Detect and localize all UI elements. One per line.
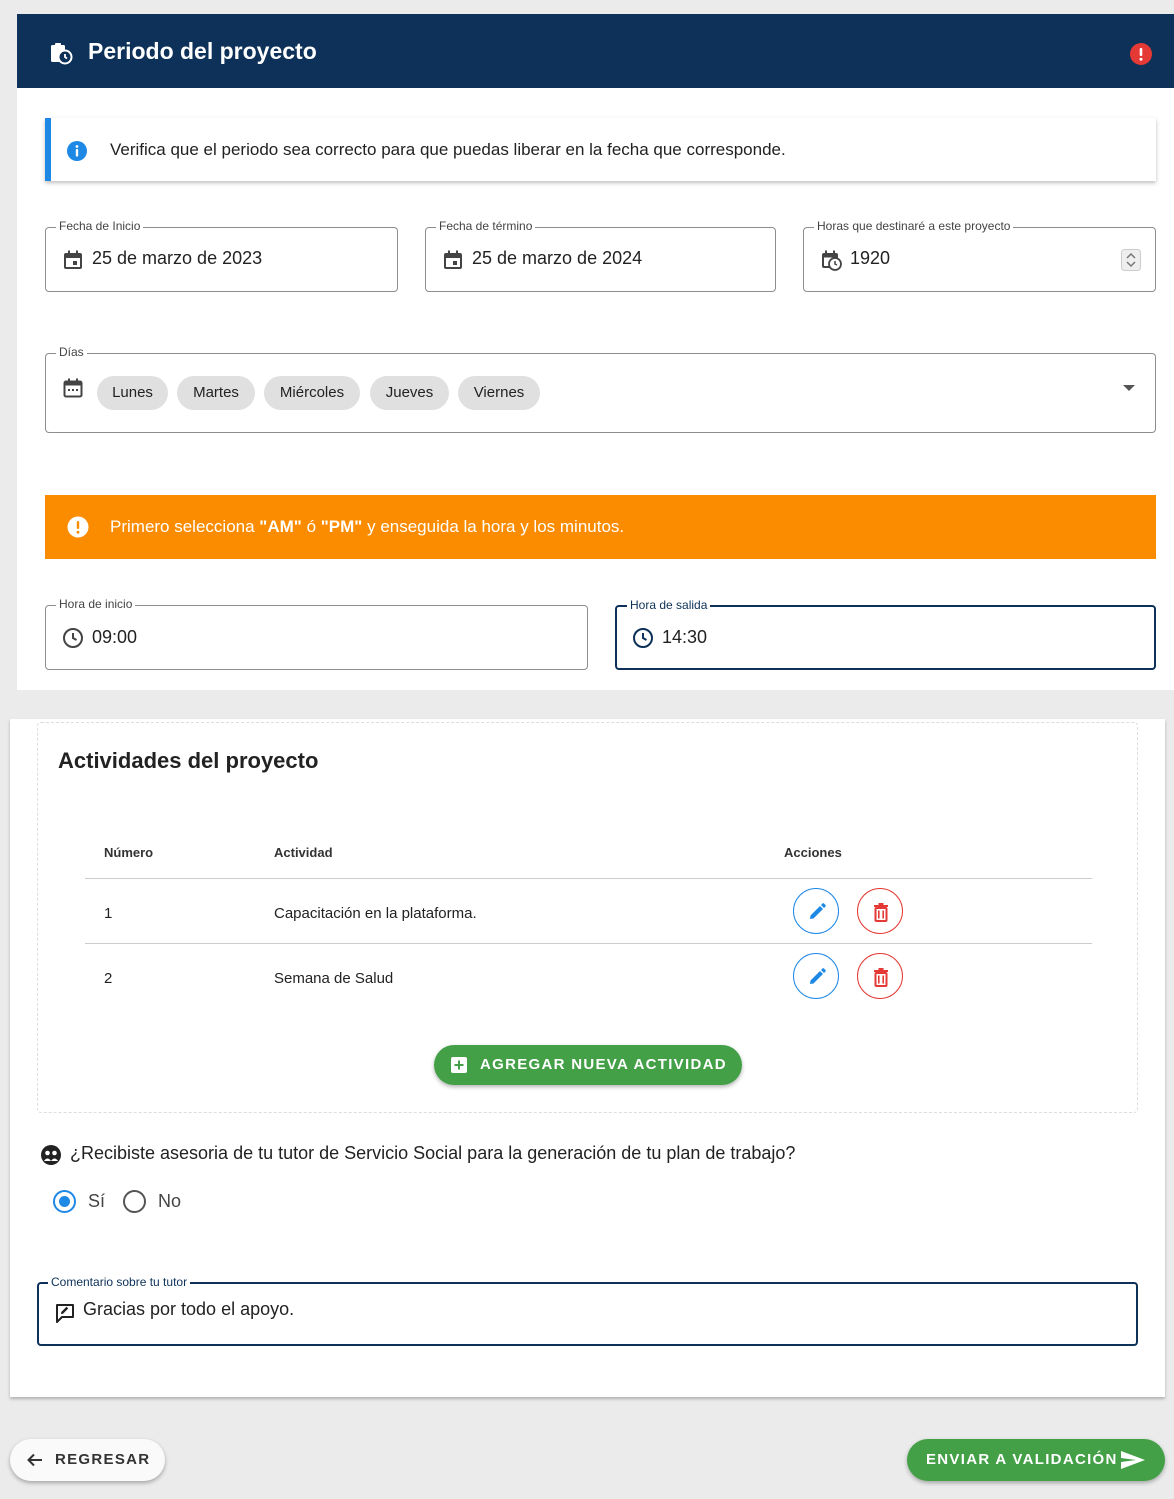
hours-field[interactable]: Horas que destinaré a este proyecto 1920: [803, 219, 1156, 292]
project-period-card: Periodo del proyecto Verifica que el per…: [17, 14, 1174, 690]
end-date-field[interactable]: Fecha de término 25 de marzo de 2024: [425, 219, 776, 292]
day-chip[interactable]: Jueves: [370, 376, 449, 410]
activities-title: Actividades del proyecto: [58, 748, 319, 773]
day-chip[interactable]: Lunes: [97, 376, 168, 410]
start-time-value: 09:00: [92, 627, 138, 647]
end-time-field[interactable]: Hora de salida 14:30: [615, 598, 1156, 670]
warning-text: Primero selecciona "AM" ó "PM" y ensegui…: [110, 517, 625, 536]
end-date-value: 25 de marzo de 2024: [472, 248, 643, 268]
info-banner: Verifica que el periodo sea correcto par…: [45, 118, 1156, 181]
delete-activity-button[interactable]: [857, 953, 903, 999]
days-select[interactable]: Días Lunes Martes Miércoles Jueves Viern…: [45, 345, 1156, 433]
send-label: ENVIAR A VALIDACIÓN: [926, 1451, 1118, 1468]
start-time-label: Hora de inicio: [56, 597, 136, 611]
info-icon: [67, 141, 87, 161]
day-chip[interactable]: Martes: [177, 376, 255, 410]
end-time-label: Hora de salida: [627, 598, 711, 612]
radio-yes-label[interactable]: Sí: [88, 1191, 105, 1212]
info-text: Verifica que el periodo sea correcto par…: [110, 140, 786, 159]
calendar-icon: [444, 250, 462, 269]
warning-icon: [67, 516, 89, 538]
calendar-icon: [64, 250, 82, 269]
edit-activity-button[interactable]: [793, 888, 839, 934]
row-divider: [85, 943, 1092, 944]
column-header-number: Número: [104, 845, 154, 860]
activities-section: Actividades del proyecto Número Activida…: [37, 722, 1138, 1113]
send-validation-button[interactable]: ENVIAR A VALIDACIÓN: [907, 1439, 1165, 1481]
number-spinner-icon[interactable]: [1121, 249, 1141, 271]
start-time-field[interactable]: Hora de inicio 09:00: [45, 597, 588, 670]
radio-no[interactable]: [123, 1190, 146, 1213]
activity-name: Semana de Salud: [274, 970, 394, 987]
period-title: Periodo del proyecto: [88, 38, 317, 64]
calendar-clock-icon: [822, 250, 842, 271]
delete-activity-button[interactable]: [857, 888, 903, 934]
end-time-value: 14:30: [662, 627, 708, 647]
arrow-left-icon: [27, 1453, 42, 1467]
tutor-question-text: ¿Recibiste asesoria de tu tutor de Servi…: [70, 1143, 796, 1163]
add-box-icon: [451, 1057, 467, 1073]
dropdown-arrow-icon[interactable]: [1122, 384, 1136, 392]
activity-number: 1: [104, 905, 113, 922]
start-date-label: Fecha de Inicio: [56, 219, 144, 233]
hours-value: 1920: [850, 248, 891, 268]
warning-banner: Primero selecciona "AM" ó "PM" y ensegui…: [45, 495, 1156, 559]
comment-edit-icon: [56, 1304, 74, 1323]
activity-name: Capacitación en la plataforma.: [274, 905, 477, 922]
radio-yes[interactable]: [53, 1190, 76, 1213]
add-activity-label: AGREGAR NUEVA ACTIVIDAD: [480, 1056, 727, 1073]
calendar-outline-icon: [63, 378, 83, 398]
period-header: Periodo del proyecto: [17, 14, 1174, 88]
tutor-comment-field[interactable]: Comentario sobre tu tutor Gracias por to…: [37, 1275, 1138, 1346]
day-chip[interactable]: Miércoles: [264, 376, 360, 410]
advisor-icon: [41, 1145, 61, 1165]
back-button[interactable]: REGRESAR: [10, 1439, 165, 1481]
start-date-field[interactable]: Fecha de Inicio 25 de marzo de 2023: [45, 219, 398, 292]
radio-no-label[interactable]: No: [158, 1191, 181, 1212]
days-label: Días: [56, 345, 87, 359]
edit-activity-button[interactable]: [793, 953, 839, 999]
pencil-icon: [810, 968, 826, 984]
error-alert-icon: [1130, 43, 1152, 65]
trash-icon: [874, 903, 888, 922]
clock-icon: [633, 628, 653, 648]
start-date-value: 25 de marzo de 2023: [92, 248, 263, 268]
clock-icon: [63, 628, 83, 648]
add-activity-button[interactable]: AGREGAR NUEVA ACTIVIDAD: [434, 1045, 742, 1085]
trash-icon: [874, 968, 888, 987]
day-chip[interactable]: Viernes: [458, 376, 540, 410]
row-divider: [85, 878, 1092, 879]
column-header-activity: Actividad: [274, 845, 333, 860]
tutor-comment-label: Comentario sobre tu tutor: [48, 1275, 191, 1289]
hours-label: Horas que destinaré a este proyecto: [814, 219, 1014, 233]
activity-number: 2: [104, 970, 113, 987]
end-date-label: Fecha de término: [436, 219, 536, 233]
send-icon: [1121, 1451, 1145, 1469]
tutor-comment-value: Gracias por todo el apoyo.: [83, 1299, 295, 1319]
clipboard-clock-icon: [51, 43, 73, 65]
activities-card: Actividades del proyecto Número Activida…: [10, 719, 1165, 1397]
back-label: REGRESAR: [55, 1451, 151, 1468]
pencil-icon: [810, 903, 826, 919]
column-header-actions: Acciones: [784, 845, 842, 860]
